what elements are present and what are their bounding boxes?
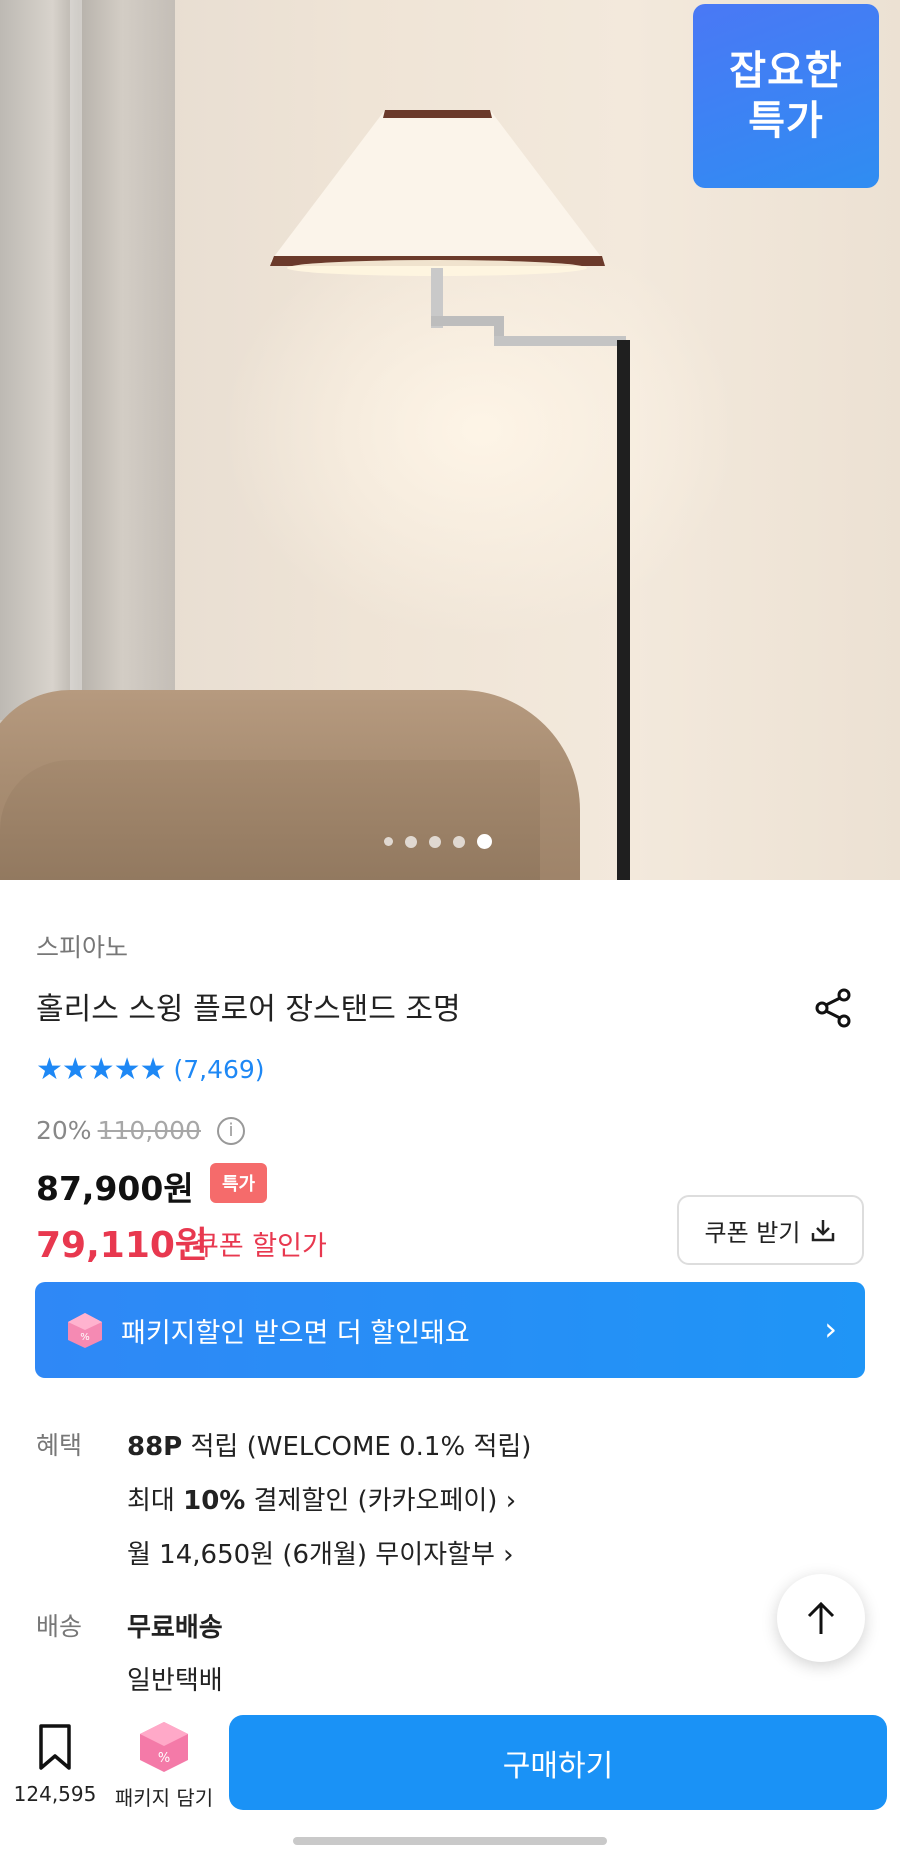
special-deal-badge: 잡요한 특가 — [693, 4, 879, 188]
buy-button[interactable]: 구매하기 — [229, 1715, 887, 1810]
package-box-icon: % — [68, 1313, 102, 1348]
badge-line1: 잡요한 — [729, 48, 843, 94]
installment-link[interactable]: 월 14,650원 (6개월) 무이자할부 › — [127, 1534, 514, 1571]
chevron-right-icon: › — [824, 1310, 837, 1348]
add-to-package-button[interactable]: % 패키지 담기 — [108, 1718, 220, 1811]
original-price: 110,000 — [97, 1116, 201, 1145]
add-to-package-label: 패키지 담기 — [114, 1786, 214, 1810]
shipping-method: 일반택배 — [127, 1666, 223, 1696]
payment-discount-link[interactable]: 최대 10% 결제할인 (카카오페이) › — [127, 1480, 516, 1517]
get-coupon-label: 쿠폰 받기 — [704, 1218, 801, 1247]
carousel-dot[interactable] — [405, 835, 417, 848]
bookmark-button[interactable]: 124,595 — [12, 1722, 98, 1806]
points-value: 88P — [127, 1432, 183, 1462]
coupon-price-label: 쿠폰 할인가 — [194, 1231, 327, 1262]
special-price-tag: 특가 — [210, 1163, 268, 1203]
package-box-icon: % — [140, 1722, 188, 1772]
bookmark-icon — [39, 1724, 71, 1770]
scroll-to-top-button[interactable] — [777, 1574, 865, 1662]
product-title: 홀리스 스윙 플로어 장스탠드 조명 — [36, 992, 461, 1027]
carousel-dot[interactable] — [429, 835, 441, 848]
info-icon[interactable]: i — [216, 1116, 245, 1145]
points-benefit: 88P 적립 (WELCOME 0.1% 적립) — [127, 1426, 531, 1463]
coupon-price: 79,110원 — [36, 1225, 209, 1266]
brand-name[interactable]: 스피아노 — [36, 928, 128, 964]
shipping-label: 배송 — [36, 1612, 83, 1641]
svg-text:%: % — [158, 1751, 170, 1766]
arrow-up-icon — [807, 1601, 835, 1634]
package-discount-banner[interactable]: % 패키지할인 받으면 더 할인돼요 › — [35, 1282, 865, 1378]
get-coupon-button[interactable]: 쿠폰 받기 — [677, 1195, 864, 1265]
sale-price: 87,900원 — [36, 1169, 194, 1208]
rating-row[interactable]: ★★★★★ (7,469) — [36, 1052, 265, 1087]
shipping-type: 무료배송 — [127, 1613, 223, 1643]
carousel-dot[interactable] — [384, 837, 393, 846]
bookmark-count: 124,595 — [13, 1782, 97, 1806]
discount-rate: 20% — [36, 1116, 92, 1145]
review-count[interactable]: (7,469) — [173, 1055, 264, 1084]
benefits-label: 혜택 — [36, 1431, 83, 1460]
payment-discount-rate: 10% — [183, 1486, 246, 1516]
svg-text:%: % — [80, 1332, 90, 1343]
share-icon[interactable] — [812, 986, 856, 1030]
carousel-indicator — [384, 834, 492, 849]
payment-prefix: 최대 — [127, 1486, 175, 1516]
badge-line2: 특가 — [748, 98, 824, 144]
star-rating-icon: ★★★★★ — [36, 1052, 166, 1087]
home-indicator — [293, 1837, 607, 1845]
download-icon — [812, 1220, 835, 1242]
payment-desc: 결제할인 (카카오페이) › — [253, 1486, 517, 1516]
package-banner-text: 패키지할인 받으면 더 할인돼요 — [121, 1317, 470, 1349]
carousel-dot-active[interactable] — [477, 834, 492, 849]
points-desc: 적립 (WELCOME 0.1% 적립) — [190, 1432, 532, 1462]
original-price-row: 20% 110,000 i — [36, 1116, 245, 1145]
carousel-dot[interactable] — [453, 835, 465, 848]
